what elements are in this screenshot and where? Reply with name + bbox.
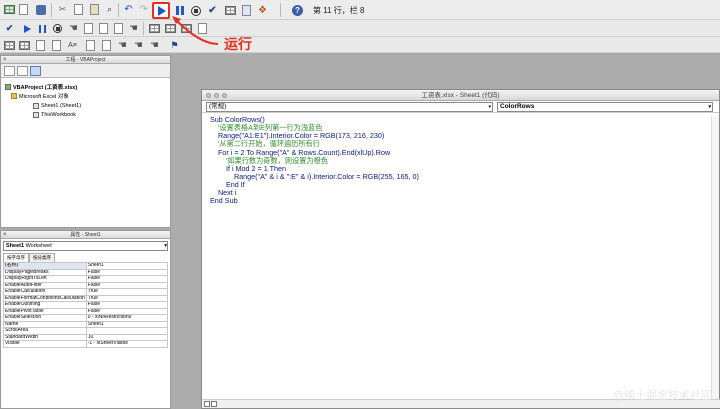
code-line[interactable]: Next i: [210, 189, 715, 197]
quick-info-icon[interactable]: [34, 39, 47, 52]
complete-word-icon[interactable]: A≡: [66, 39, 79, 52]
full-module-view-icon[interactable]: [211, 401, 217, 407]
watermark: @稀土掘金技术社区: [612, 390, 712, 402]
list-constants-icon[interactable]: [18, 39, 31, 52]
help-icon[interactable]: ?: [291, 4, 304, 17]
annotation-label: 运行: [224, 36, 252, 52]
tree-item-vbaproject[interactable]: VBAProject (工资表.xlsx): [5, 83, 77, 91]
cursor-position-label: 第 11 行，栏 8: [313, 6, 365, 15]
vertical-scrollbar[interactable]: [711, 116, 719, 399]
zoom-dot[interactable]: [222, 93, 227, 98]
step-into-icon[interactable]: [82, 22, 95, 35]
close-icon[interactable]: ×: [3, 231, 7, 239]
breakpoint-hand-icon[interactable]: ☚: [116, 39, 129, 52]
procedure-view-icon[interactable]: [204, 401, 210, 407]
watch-icon[interactable]: ☚: [127, 22, 140, 35]
view-buttons: [204, 401, 217, 407]
break-small-icon[interactable]: [36, 22, 49, 35]
uncomment-block-icon[interactable]: ☚: [148, 39, 161, 52]
property-name: EnableFormatConditionsCalculation: [3, 294, 87, 302]
outdent-icon[interactable]: [100, 39, 113, 52]
code-combos: (常规) ▾ ColorRows ▾: [202, 101, 719, 113]
reset-small-icon[interactable]: [51, 22, 64, 35]
hand-icon[interactable]: ☚: [67, 22, 80, 35]
code-line[interactable]: End Sub: [210, 197, 715, 205]
folder-icon: [11, 93, 17, 99]
property-value[interactable]: -1 - xlSheetVisible: [85, 340, 169, 348]
object-combo[interactable]: (常规) ▾: [206, 102, 493, 112]
parameter-info-icon[interactable]: [50, 39, 63, 52]
property-name: Visible: [3, 340, 87, 348]
toggle-icon[interactable]: ✔: [3, 22, 16, 35]
find-icon[interactable]: ⌕: [103, 3, 116, 16]
minimize-dot[interactable]: [214, 93, 219, 98]
properties-table: (名称) Sheet1 DisplayPageBreaks False DisplayR…: [3, 262, 169, 348]
code-line[interactable]: End If: [210, 180, 715, 189]
close-icon[interactable]: ×: [3, 56, 7, 64]
list-properties-icon[interactable]: [3, 39, 16, 52]
chevron-down-icon: ▾: [164, 243, 167, 249]
run-icon[interactable]: [155, 4, 168, 17]
view-code-icon[interactable]: [4, 66, 15, 76]
project-explorer-panel: × 工程 - VBAProject VBAProject (工资表.xlsx) M…: [0, 55, 171, 228]
paste-icon[interactable]: [88, 3, 101, 16]
tree-item-excel-objects[interactable]: Microsoft Excel 对象: [11, 92, 69, 100]
workbook-icon: [33, 112, 39, 118]
annotation-arrow: [172, 16, 219, 45]
project-panel-title: × 工程 - VBAProject: [1, 56, 170, 64]
locals-window-icon[interactable]: [148, 22, 161, 35]
standard-toolbar: ✂ ⌕ ↶ ↷ ✔ ❖ ? 第 11 行，栏 8: [0, 0, 720, 20]
step-over-icon[interactable]: [97, 22, 110, 35]
chevron-down-icon: ▾: [708, 104, 711, 110]
close-dot[interactable]: [206, 93, 211, 98]
properties-panel-title: × 属性 - Sheet1: [1, 231, 170, 239]
tab-alphabetic[interactable]: 按字母序: [3, 253, 29, 262]
view-object-icon[interactable]: [17, 66, 28, 76]
debug-toolbar: A≡ ☚ ☚ ☚ ⚑: [0, 37, 720, 53]
insert-module-icon[interactable]: [17, 3, 30, 16]
code-window-title: 工资表.xlsx - Sheet1 (代码): [202, 90, 719, 101]
window-controls: [206, 93, 227, 98]
undo-icon[interactable]: ↶: [122, 3, 135, 16]
properties-panel: × 属性 - Sheet1 Sheet1 Worksheet ▾ 按字母序 按分类序…: [0, 230, 171, 409]
tree-item-thisworkbook[interactable]: ThisWorkbook: [33, 112, 76, 118]
properties-icon[interactable]: [240, 4, 253, 17]
run-small-icon[interactable]: [21, 22, 34, 35]
cut-icon[interactable]: ✂: [56, 3, 69, 16]
excel-icon[interactable]: [3, 3, 16, 16]
code-window: 工资表.xlsx - Sheet1 (代码) (常规) ▾ ColorRows ▾ …: [201, 89, 720, 409]
tree-item-sheet1[interactable]: Sheet1 (Sheet1): [33, 103, 81, 109]
tab-categorized[interactable]: 按分类序: [29, 253, 55, 262]
comment-block-icon[interactable]: ☚: [132, 39, 145, 52]
object-browser-icon[interactable]: ❖: [256, 4, 269, 17]
copy-icon[interactable]: [72, 3, 85, 16]
chevron-down-icon: ▾: [488, 104, 491, 110]
step-out-icon[interactable]: [112, 22, 125, 35]
sheet-icon: [33, 103, 39, 109]
object-selector[interactable]: Sheet1 Worksheet ▾: [3, 241, 168, 251]
project-toolbar: [1, 64, 170, 78]
code-editor[interactable]: Sub ColorRows() '设置表格A到E列第一行为浅蓝色 Range("…: [210, 115, 715, 386]
indent-icon[interactable]: [84, 39, 97, 52]
vba-project-icon: [5, 84, 11, 90]
properties-tabs: 按字母序 按分类序: [3, 253, 168, 262]
redo-icon[interactable]: ↷: [137, 3, 150, 16]
toggle-folders-icon[interactable]: [30, 66, 41, 76]
procedure-combo[interactable]: ColorRows ▾: [497, 102, 713, 112]
edit-toolbar: ✔ ☚ ☚: [0, 20, 720, 37]
save-icon[interactable]: [34, 3, 47, 16]
code-line[interactable]: Range("A" & i & ":E" & i).Interior.Color…: [210, 172, 715, 181]
property-row[interactable]: Visible -1 - xlSheetVisible: [3, 340, 169, 348]
